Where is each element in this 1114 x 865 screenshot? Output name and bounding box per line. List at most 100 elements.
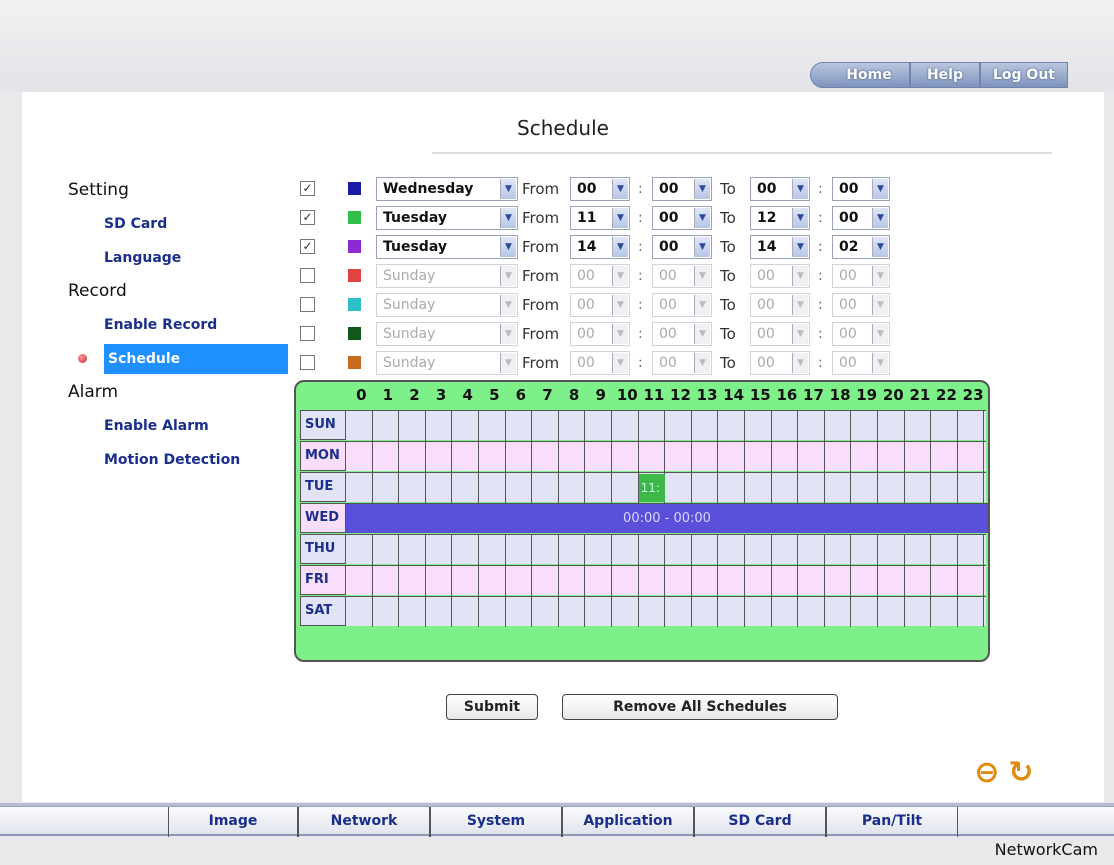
hour-cell[interactable] (665, 473, 692, 503)
hour-cell[interactable] (825, 411, 852, 441)
hour-cell[interactable] (559, 535, 586, 565)
from-hour-select[interactable]: 14 ▼ (570, 235, 630, 259)
hour-cell[interactable] (878, 566, 905, 596)
hour-cell[interactable] (399, 473, 426, 503)
hour-cell[interactable] (532, 473, 559, 503)
hour-cell[interactable] (426, 597, 453, 627)
from-minute-select[interactable]: 00 ▼ (652, 322, 712, 346)
day-select[interactable]: Tuesday ▼ (376, 235, 518, 259)
remove-all-schedules-button[interactable]: Remove All Schedules (562, 694, 838, 720)
day-select[interactable]: Tuesday ▼ (376, 206, 518, 230)
help-button[interactable]: Help (910, 62, 980, 88)
hour-cell[interactable] (559, 411, 586, 441)
hour-cell[interactable] (958, 473, 985, 503)
hour-cell[interactable] (585, 411, 612, 441)
hour-cell[interactable] (772, 411, 799, 441)
hour-cell[interactable] (532, 535, 559, 565)
day-select[interactable]: Sunday ▼ (376, 264, 518, 288)
hour-cell[interactable] (851, 597, 878, 627)
to-hour-select[interactable]: 14 ▼ (750, 235, 810, 259)
bottom-tab-system[interactable]: System (430, 807, 562, 837)
to-hour-select[interactable]: 00 ▼ (750, 322, 810, 346)
hour-cell[interactable] (958, 535, 985, 565)
hour-cell[interactable] (745, 473, 772, 503)
hour-cell[interactable] (506, 411, 533, 441)
hour-cell[interactable] (665, 566, 692, 596)
hour-cell[interactable] (772, 442, 799, 472)
hour-cell[interactable] (905, 535, 932, 565)
to-minute-select[interactable]: 00 ▼ (832, 206, 890, 230)
hour-cell[interactable] (506, 535, 533, 565)
hour-cell[interactable] (931, 597, 958, 627)
from-hour-select[interactable]: 00 ▼ (570, 177, 630, 201)
hour-cell[interactable] (798, 535, 825, 565)
to-hour-select[interactable]: 00 ▼ (750, 177, 810, 201)
wednesday-schedule-bar[interactable]: 00:00 - 00:00 (346, 503, 988, 533)
from-minute-select[interactable]: 00 ▼ (652, 206, 712, 230)
hour-cell[interactable] (692, 442, 719, 472)
hour-cell[interactable] (851, 566, 878, 596)
hour-cell[interactable] (346, 442, 373, 472)
hour-cell[interactable] (745, 597, 772, 627)
from-hour-select[interactable]: 00 ▼ (570, 351, 630, 375)
sidebar-item-enable-alarm[interactable]: Enable Alarm (68, 409, 288, 443)
from-hour-select[interactable]: 00 ▼ (570, 293, 630, 317)
hour-cell[interactable] (878, 535, 905, 565)
from-minute-select[interactable]: 00 ▼ (652, 235, 712, 259)
schedule-enable-checkbox[interactable] (300, 326, 315, 341)
hour-cell[interactable] (479, 597, 506, 627)
hour-cell[interactable] (373, 535, 400, 565)
hour-cell[interactable] (559, 597, 586, 627)
hour-cell[interactable] (851, 411, 878, 441)
hour-cell[interactable] (958, 442, 985, 472)
hour-cell[interactable] (665, 442, 692, 472)
hour-cell[interactable] (506, 566, 533, 596)
day-select[interactable]: Sunday ▼ (376, 322, 518, 346)
hour-cell[interactable] (772, 597, 799, 627)
to-minute-select[interactable]: 02 ▼ (832, 235, 890, 259)
to-hour-select[interactable]: 00 ▼ (750, 264, 810, 288)
schedule-enable-checkbox[interactable] (300, 297, 315, 312)
schedule-enable-checkbox[interactable]: ✓ (300, 181, 315, 196)
hour-cell[interactable] (373, 442, 400, 472)
hour-cell[interactable] (772, 473, 799, 503)
hour-cell[interactable] (798, 566, 825, 596)
hour-cell[interactable] (692, 411, 719, 441)
hour-cell[interactable] (798, 442, 825, 472)
hour-cell[interactable] (506, 442, 533, 472)
hour-cell[interactable] (825, 442, 852, 472)
from-minute-select[interactable]: 00 ▼ (652, 293, 712, 317)
hour-cell[interactable] (585, 597, 612, 627)
sidebar-item-motion-detection[interactable]: Motion Detection (68, 443, 288, 477)
hour-cell[interactable] (532, 411, 559, 441)
to-hour-select[interactable]: 00 ▼ (750, 351, 810, 375)
hour-cell[interactable] (851, 473, 878, 503)
hour-cell[interactable] (452, 535, 479, 565)
bottom-tab-application[interactable]: Application (562, 807, 694, 837)
hour-cell[interactable] (506, 473, 533, 503)
hour-cell[interactable] (745, 566, 772, 596)
hour-cell[interactable] (718, 535, 745, 565)
schedule-enable-checkbox[interactable]: ✓ (300, 210, 315, 225)
hour-cell[interactable] (399, 411, 426, 441)
day-select[interactable]: Sunday ▼ (376, 293, 518, 317)
bottom-tab-network[interactable]: Network (298, 807, 430, 837)
logout-button[interactable]: Log Out (980, 62, 1068, 88)
hour-cell[interactable] (931, 411, 958, 441)
to-hour-select[interactable]: 00 ▼ (750, 293, 810, 317)
hour-cell[interactable] (718, 597, 745, 627)
hour-cell[interactable] (585, 535, 612, 565)
hour-cell[interactable] (452, 597, 479, 627)
from-minute-select[interactable]: 00 ▼ (652, 264, 712, 288)
hour-cell[interactable] (612, 597, 639, 627)
hour-cell[interactable] (665, 535, 692, 565)
from-hour-select[interactable]: 00 ▼ (570, 264, 630, 288)
hour-cell[interactable] (718, 473, 745, 503)
hour-cell[interactable] (346, 535, 373, 565)
from-minute-select[interactable]: 00 ▼ (652, 351, 712, 375)
hour-cell[interactable] (798, 411, 825, 441)
bottom-tab-pan-tilt[interactable]: Pan/Tilt (826, 807, 958, 837)
home-button[interactable]: Home (810, 62, 910, 88)
hour-cell[interactable] (851, 442, 878, 472)
hour-cell[interactable] (612, 473, 639, 503)
